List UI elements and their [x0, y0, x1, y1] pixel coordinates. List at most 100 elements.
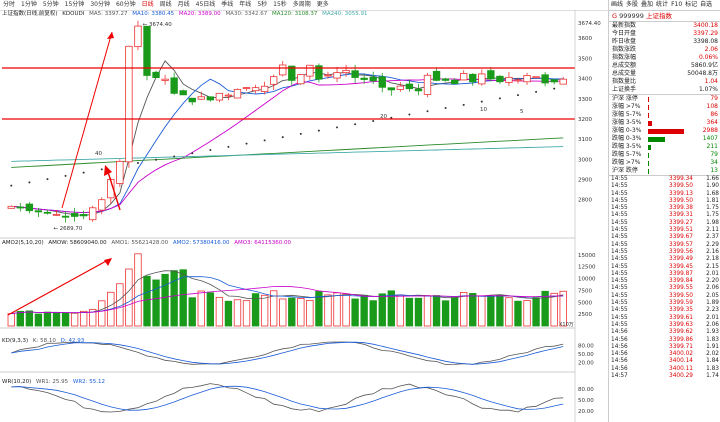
- tab-12[interactable]: 5秒: [254, 0, 270, 10]
- tick-row: 14:55 3399.45 2.15: [609, 264, 720, 271]
- tick-volume: 2.01: [706, 314, 719, 321]
- tick-time: 14:55: [611, 205, 628, 212]
- tab-5[interactable]: 60分钟: [113, 0, 139, 10]
- distribution-count: 13: [710, 167, 718, 174]
- tick-row: 14:56 3400.14 1.84: [609, 358, 720, 365]
- tick-time: 14:55: [611, 176, 628, 182]
- distribution-row: 涨幅 5-7% 86: [609, 111, 720, 119]
- tab-13[interactable]: 15秒: [270, 0, 290, 10]
- volume-bar: [152, 279, 160, 327]
- distribution-label: 涨幅 0-3%: [612, 127, 642, 134]
- volume-bar: [215, 296, 224, 327]
- candle-body: [270, 76, 278, 85]
- tick-time: 14:55: [611, 285, 628, 292]
- kd-tick: 80.00: [578, 344, 594, 350]
- wr-title: WR(10,20): [2, 379, 32, 385]
- tick-time: 14:55: [611, 234, 628, 241]
- trend-dot: [408, 113, 411, 116]
- tab-4[interactable]: 30分钟: [87, 0, 113, 10]
- tick-volume: 2.11: [706, 227, 719, 234]
- quote-panel: 画线 多股 叠加 统计 F10 标记 自选 G 999999 上证指数 最新指数 3400.1…: [608, 0, 720, 422]
- distribution-bar: [648, 168, 649, 174]
- tick-time: 14:55: [611, 278, 628, 285]
- tick-price: 3399.56: [669, 248, 693, 255]
- tick-volume: 1.68: [706, 190, 719, 197]
- distribution-row: 涨幅 3-5% 364: [609, 119, 720, 127]
- right-tool-1[interactable]: 多股: [626, 0, 638, 10]
- tick-row: 14:55 3399.35 2.23: [609, 307, 720, 314]
- ma20-line: [11, 78, 564, 214]
- candle-body: [297, 74, 305, 85]
- distribution-bar: [648, 120, 652, 126]
- trend-dot: [64, 174, 67, 177]
- tab-6[interactable]: 日线: [139, 0, 157, 10]
- distribution-row: 跌幅 3-5% 211: [609, 143, 720, 151]
- right-tool-2[interactable]: 叠加: [641, 0, 653, 10]
- ma10-label: MA10: 3380.45: [132, 11, 175, 17]
- trend-dot: [535, 90, 538, 93]
- tick-volume: 1.89: [706, 300, 719, 307]
- kd-d: D: 42.93: [60, 338, 85, 344]
- right-tool-6[interactable]: 自选: [700, 0, 712, 10]
- right-tool-5[interactable]: 标记: [685, 0, 697, 10]
- candle-body: [98, 199, 106, 211]
- distribution-label: 跌幅 0-3%: [612, 135, 642, 142]
- tick-row: 14:55 3399.13 1.68: [609, 191, 720, 198]
- price-tick: 3100: [578, 137, 592, 143]
- tab-2[interactable]: 5分钟: [40, 0, 62, 10]
- candle-body: [342, 70, 350, 74]
- tab-11[interactable]: 年线: [236, 0, 254, 10]
- tab-1[interactable]: 1分钟: [18, 0, 40, 10]
- volume-bar: [206, 292, 215, 327]
- tick-time: 14:55: [611, 183, 628, 190]
- tab-10[interactable]: 季线: [218, 0, 236, 10]
- tick-time: 14:55: [611, 227, 628, 234]
- volume-bar: [16, 310, 24, 327]
- symbol-header: G 999999 上证指数: [609, 11, 720, 22]
- tab-14[interactable]: 多周期: [290, 0, 314, 10]
- distribution-count: 1407: [702, 135, 718, 142]
- tick-time: 14:55: [611, 307, 628, 314]
- volume-bar: [233, 299, 242, 327]
- tab-0[interactable]: 分时: [0, 0, 18, 10]
- volume-bar: [98, 300, 106, 327]
- right-tool-0[interactable]: 画线: [611, 0, 623, 10]
- candle-body: [559, 78, 567, 85]
- tick-list[interactable]: 14:55 3399.34 1.66 14:55 3399.50 1.90 14:55 339…: [609, 176, 720, 380]
- tick-price: 3399.45: [669, 263, 693, 270]
- wr-legend: WR(10,20) WR1: 25.95 WR2: 55.12: [2, 379, 108, 386]
- volume-bar: [288, 297, 296, 327]
- tick-volume: 2.06: [706, 321, 719, 328]
- volume-bar: [369, 300, 377, 327]
- tick-price: 3399.62: [669, 329, 693, 336]
- tick-volume: 1.84: [706, 358, 719, 365]
- volume-bar: [478, 295, 486, 327]
- tick-price: 3399.86: [669, 336, 693, 343]
- tab-8[interactable]: 月线: [175, 0, 193, 10]
- tab-9[interactable]: 45日线: [193, 0, 219, 10]
- tick-row: 14:55 3399.31 1.75: [609, 212, 720, 219]
- candle-body: [351, 70, 359, 78]
- candle-body: [360, 77, 368, 80]
- tick-row: 14:55 3399.27 1.98: [609, 220, 720, 227]
- tick-row: 14:56 3400.11 1.83: [609, 366, 720, 373]
- right-tool-3[interactable]: 统计: [656, 0, 668, 10]
- tick-price: 3399.71: [669, 343, 693, 350]
- tab-15[interactable]: 更多: [314, 0, 332, 10]
- candle-body: [188, 97, 196, 103]
- trend-dot: [100, 168, 103, 171]
- tick-volume: 2.37: [706, 234, 719, 241]
- trend-dot: [28, 181, 31, 184]
- candlesticks[interactable]: [7, 20, 567, 223]
- tick-volume: 2.02: [706, 351, 719, 358]
- tick-time: 14:55: [611, 197, 628, 204]
- distribution-row: 沪深 涨停 79: [609, 95, 720, 103]
- right-tool-4[interactable]: F10: [671, 0, 682, 10]
- high-label: ← 3674.40: [143, 22, 173, 28]
- tick-time: 14:55: [611, 190, 628, 197]
- volume-bar: [487, 295, 495, 327]
- tab-7[interactable]: 周线: [157, 0, 175, 10]
- tab-3[interactable]: 15分钟: [62, 0, 88, 10]
- chart-area[interactable]: 3674.40 3600 3500 3400 3300 3200 3100 3000 2900 2…: [0, 10, 608, 422]
- volume-bar: [170, 270, 178, 327]
